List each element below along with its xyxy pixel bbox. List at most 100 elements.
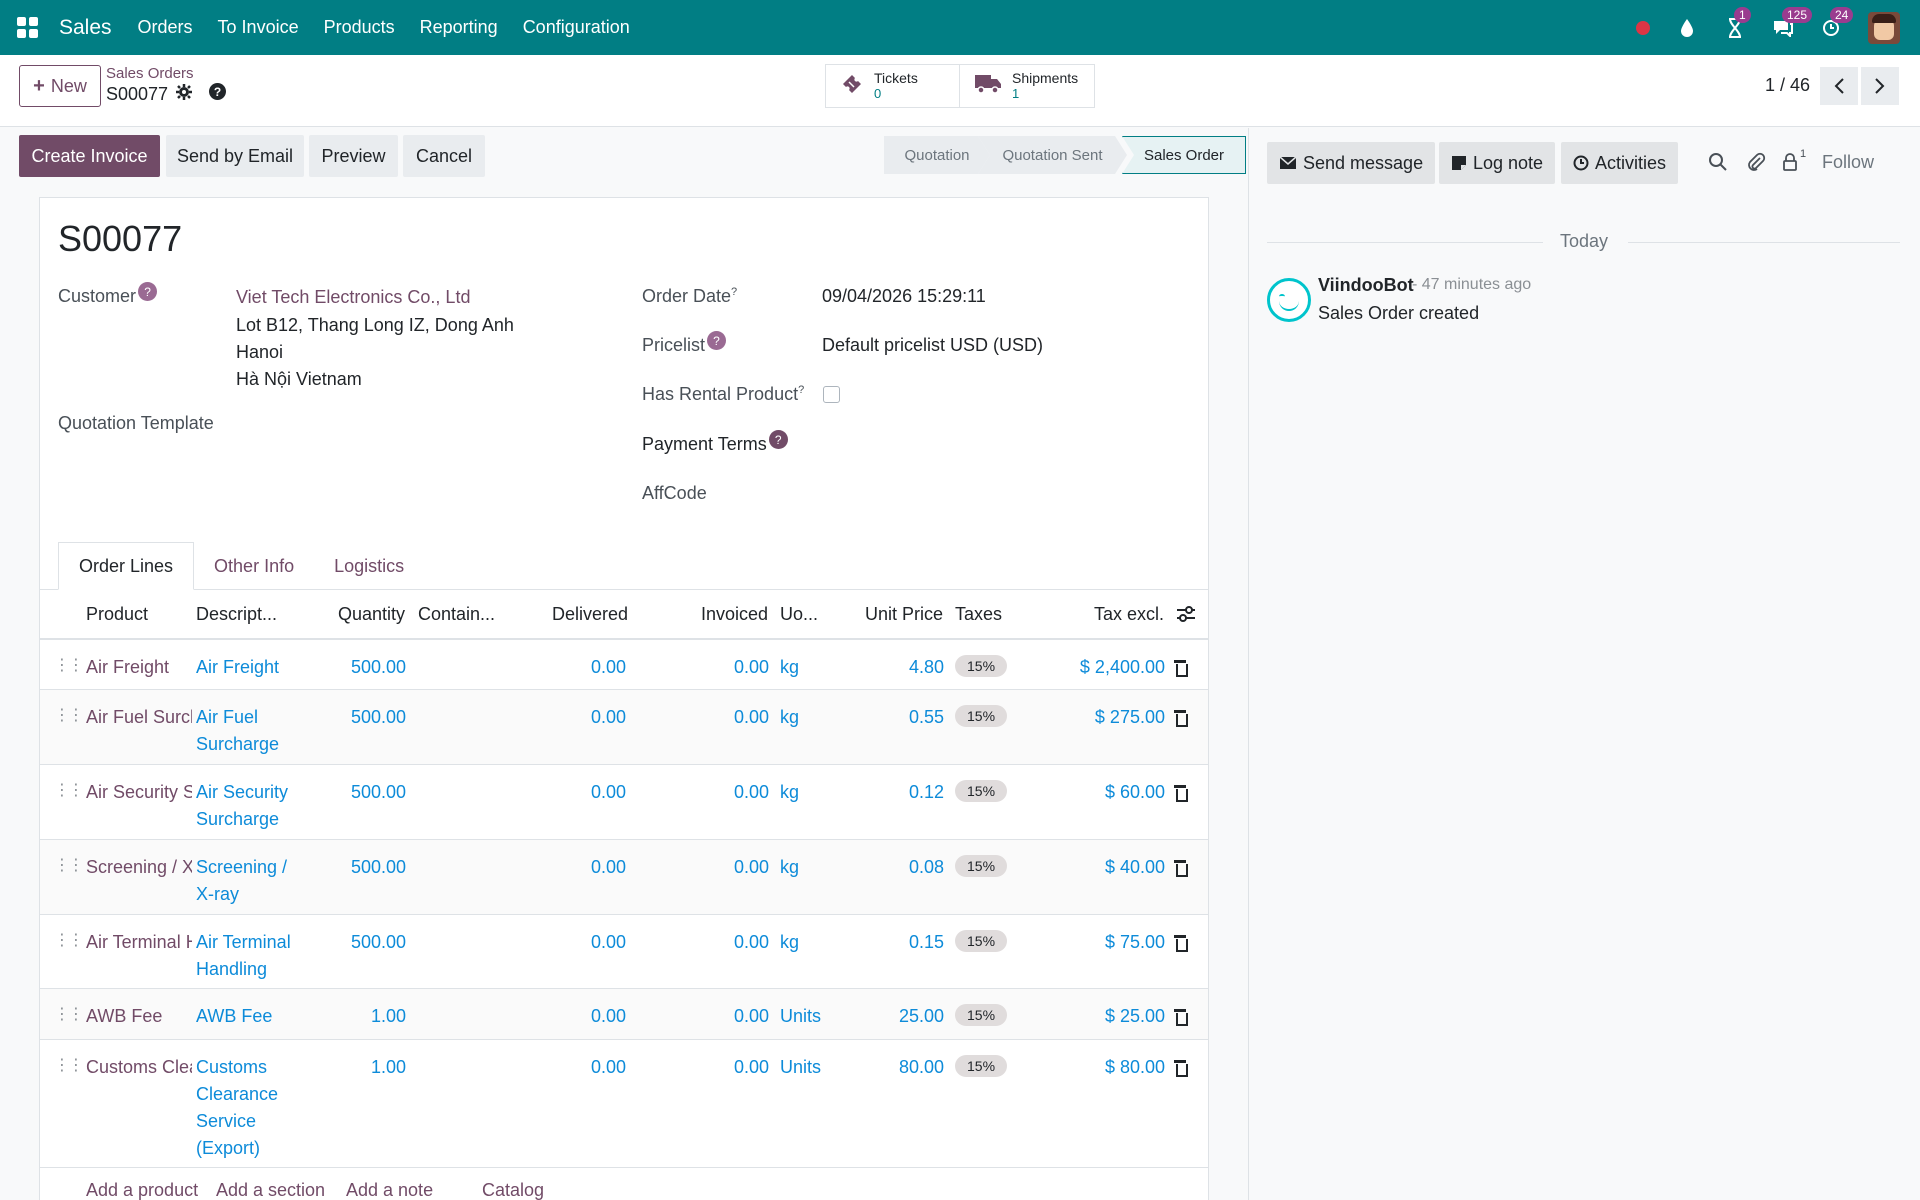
tax-badge[interactable]: 15% bbox=[955, 930, 1008, 952]
column-settings-icon[interactable] bbox=[1176, 606, 1196, 627]
follow-button[interactable]: Follow bbox=[1822, 152, 1874, 173]
activities-button[interactable]: Activities bbox=[1561, 142, 1679, 184]
cell-delivered[interactable]: 0.00 bbox=[591, 654, 626, 681]
menu-reporting[interactable]: Reporting bbox=[420, 17, 498, 38]
cell-unit-price[interactable]: 0.12 bbox=[909, 779, 944, 806]
cell-product[interactable]: AWB Fee bbox=[86, 1003, 192, 1030]
cell-delivered[interactable]: 0.00 bbox=[591, 854, 626, 881]
trash-icon[interactable] bbox=[1174, 710, 1188, 727]
updates-clock-icon[interactable]: 24 bbox=[1820, 6, 1854, 39]
cell-description[interactable]: Air Freight bbox=[196, 654, 308, 681]
col-taxes[interactable]: Taxes bbox=[955, 604, 1002, 625]
cell-delivered[interactable]: 0.00 bbox=[591, 704, 626, 731]
table-row[interactable]: ⋮⋮Air Fuel SurchargeAir Fuel Surcharge50… bbox=[40, 690, 1208, 765]
cell-product[interactable]: Air Terminal Handling bbox=[86, 929, 192, 956]
cell-delivered[interactable]: 0.00 bbox=[591, 1003, 626, 1030]
breadcrumb-parent[interactable]: Sales Orders bbox=[106, 65, 194, 82]
cell-invoiced[interactable]: 0.00 bbox=[734, 779, 769, 806]
tax-badge[interactable]: 15% bbox=[955, 855, 1008, 877]
user-avatar[interactable] bbox=[1868, 11, 1900, 44]
preview-button[interactable]: Preview bbox=[309, 135, 398, 177]
recording-dot-icon[interactable] bbox=[1636, 20, 1650, 35]
table-row[interactable]: ⋮⋮ AWB Fee AWB Fee 1.00 0.00 0.00 Units 25.00 15… bbox=[40, 989, 1208, 1040]
message-author[interactable]: ViindooBot bbox=[1318, 275, 1414, 296]
cell-unit-price[interactable]: 0.08 bbox=[909, 854, 944, 881]
col-uom[interactable]: Uo... bbox=[780, 604, 818, 625]
cell-quantity[interactable]: 1.00 bbox=[371, 1003, 406, 1030]
shipments-button[interactable]: Shipments 1 bbox=[960, 65, 1094, 107]
table-row[interactable]: ⋮⋮Air Security SurchargeAir Security Sur… bbox=[40, 765, 1208, 840]
cell-invoiced[interactable]: 0.00 bbox=[734, 854, 769, 881]
drag-handle-icon[interactable]: ⋮⋮ bbox=[54, 1055, 84, 1075]
cell-quantity[interactable]: 500.00 bbox=[351, 779, 406, 806]
col-quantity[interactable]: Quantity bbox=[338, 604, 405, 625]
tab-logistics[interactable]: Logistics bbox=[314, 542, 424, 590]
stage-quotation[interactable]: Quotation bbox=[884, 136, 990, 174]
cell-description[interactable]: Air Security Surcharge bbox=[196, 779, 308, 833]
help-icon[interactable]: ? bbox=[209, 83, 226, 100]
col-invoiced[interactable]: Invoiced bbox=[701, 604, 768, 625]
trash-icon[interactable] bbox=[1174, 660, 1188, 677]
cell-uom[interactable]: kg bbox=[780, 854, 799, 881]
cell-invoiced[interactable]: 0.00 bbox=[734, 1054, 769, 1081]
cell-invoiced[interactable]: 0.00 bbox=[734, 704, 769, 731]
gear-icon[interactable] bbox=[176, 84, 193, 105]
table-row[interactable]: ⋮⋮Customs Clearance Service (Export)Cust… bbox=[40, 1040, 1208, 1168]
drag-handle-icon[interactable]: ⋮⋮ bbox=[54, 1004, 84, 1024]
menu-to-invoice[interactable]: To Invoice bbox=[218, 17, 299, 38]
pricelist-help-icon[interactable]: ? bbox=[707, 331, 727, 350]
col-unit-price[interactable]: Unit Price bbox=[865, 604, 943, 625]
cell-description[interactable]: Air Terminal Handling bbox=[196, 929, 308, 983]
tab-other-info[interactable]: Other Info bbox=[194, 542, 314, 590]
app-name[interactable]: Sales bbox=[59, 16, 112, 40]
tax-badge[interactable]: 15% bbox=[955, 1004, 1008, 1026]
tab-order-lines[interactable]: Order Lines bbox=[58, 542, 195, 590]
cell-description[interactable]: Screening / X-ray bbox=[196, 854, 308, 908]
tax-badge[interactable]: 15% bbox=[955, 655, 1008, 677]
cell-delivered[interactable]: 0.00 bbox=[591, 779, 626, 806]
drag-handle-icon[interactable]: ⋮⋮ bbox=[54, 780, 84, 800]
drag-handle-icon[interactable]: ⋮⋮ bbox=[54, 655, 84, 675]
payment-terms-help-icon[interactable]: ? bbox=[768, 430, 788, 449]
messages-icon[interactable]: 125 bbox=[1772, 6, 1813, 39]
send-message-button[interactable]: Send message bbox=[1267, 142, 1436, 184]
cell-unit-price[interactable]: 0.55 bbox=[909, 704, 944, 731]
trash-icon[interactable] bbox=[1174, 785, 1188, 802]
menu-configuration[interactable]: Configuration bbox=[523, 17, 630, 38]
cell-uom[interactable]: kg bbox=[780, 779, 799, 806]
cell-uom[interactable]: kg bbox=[780, 929, 799, 956]
tax-badge[interactable]: 15% bbox=[955, 780, 1008, 802]
pager-previous-button[interactable] bbox=[1820, 67, 1858, 105]
create-invoice-button[interactable]: Create Invoice bbox=[19, 135, 160, 177]
pager-value[interactable]: 1 / 46 bbox=[1765, 75, 1810, 96]
tickets-button[interactable]: Tickets 0 bbox=[826, 65, 960, 107]
cell-product[interactable]: Screening / X-ray bbox=[86, 854, 192, 881]
search-icon[interactable] bbox=[1708, 152, 1728, 177]
cell-quantity[interactable]: 1.00 bbox=[371, 1054, 406, 1081]
cell-description[interactable]: AWB Fee bbox=[196, 1003, 308, 1030]
add-note-link[interactable]: Add a note bbox=[346, 1180, 433, 1200]
followers-lock-icon[interactable]: 1 bbox=[1782, 148, 1806, 177]
menu-products[interactable]: Products bbox=[324, 17, 395, 38]
add-product-link[interactable]: Add a product bbox=[86, 1180, 198, 1200]
table-row[interactable]: ⋮⋮Air Terminal HandlingAir Terminal Hand… bbox=[40, 915, 1208, 989]
cell-description[interactable]: Air Fuel Surcharge bbox=[196, 704, 308, 758]
droplet-icon[interactable] bbox=[1676, 17, 1698, 39]
activity-hourglass-icon[interactable]: 1 bbox=[1724, 6, 1751, 39]
col-delivered[interactable]: Delivered bbox=[552, 604, 628, 625]
cell-product[interactable]: Air Security Surcharge bbox=[86, 779, 192, 806]
customer-name[interactable]: Viet Tech Electronics Co., Ltd bbox=[236, 287, 470, 308]
cell-quantity[interactable]: 500.00 bbox=[351, 704, 406, 731]
apps-menu-icon[interactable] bbox=[17, 16, 39, 39]
cell-unit-price[interactable]: 0.15 bbox=[909, 929, 944, 956]
table-row[interactable]: ⋮⋮Screening / X-rayScreening / X-ray500.… bbox=[40, 840, 1208, 915]
cell-invoiced[interactable]: 0.00 bbox=[734, 654, 769, 681]
order-date-value[interactable]: 09/04/2026 15:29:11 bbox=[822, 286, 986, 307]
trash-icon[interactable] bbox=[1174, 1009, 1188, 1026]
table-row[interactable]: ⋮⋮ Air Freight Air Freight 500.00 0.00 0.00 kg… bbox=[40, 640, 1208, 690]
stage-quotation-sent[interactable]: Quotation Sent bbox=[978, 136, 1127, 174]
col-description[interactable]: Descript... bbox=[196, 604, 277, 625]
customer-help-icon[interactable]: ? bbox=[138, 282, 158, 301]
pricelist-value[interactable]: Default pricelist USD (USD) bbox=[822, 335, 1043, 356]
cell-invoiced[interactable]: 0.00 bbox=[734, 929, 769, 956]
